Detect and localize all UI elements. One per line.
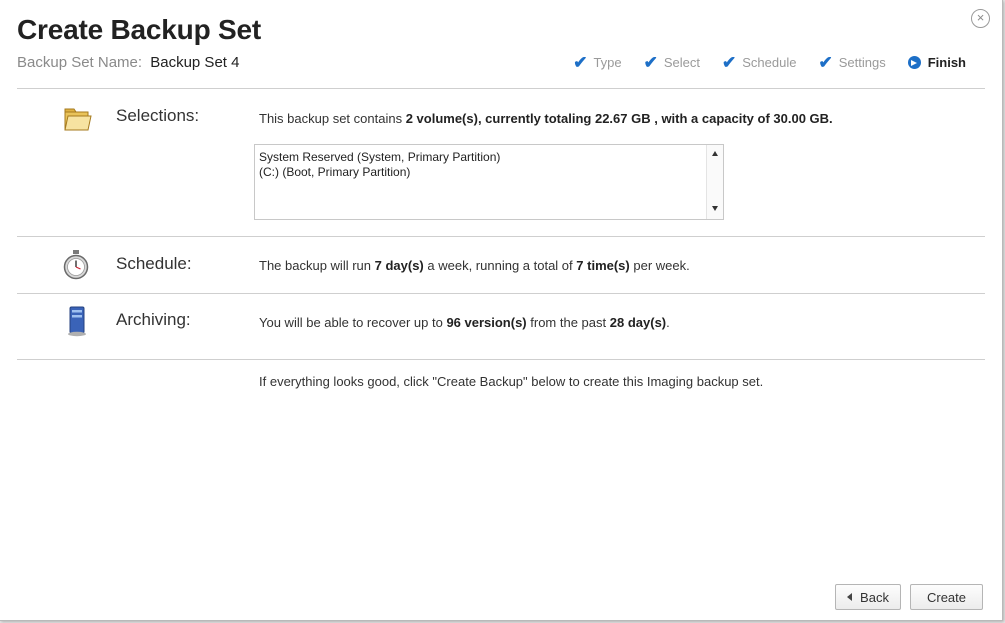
schedule-times: 7 time(s) (576, 258, 630, 273)
step-schedule: ✔ Schedule (722, 52, 797, 72)
list-item[interactable]: (C:) (Boot, Primary Partition) (259, 165, 500, 180)
back-button[interactable]: Back (835, 584, 901, 610)
summary-bold: 2 volume(s), currently totaling 22.67 GB… (405, 111, 833, 126)
schedule-summary: The backup will run 7 day(s) a week, run… (259, 258, 690, 273)
current-step-icon (907, 56, 921, 69)
archiving-versions: 96 version(s) (446, 315, 527, 330)
step-label: Type (593, 55, 622, 70)
divider (17, 293, 985, 294)
schedule-text-1: The backup will run (259, 258, 371, 273)
footer-note: If everything looks good, click "Create … (259, 374, 764, 389)
set-name-value: Backup Set 4 (150, 54, 240, 71)
selections-summary: This backup set contains 2 volume(s), cu… (259, 111, 833, 126)
checkmark-icon: ✔ (573, 52, 588, 72)
folder-icon (64, 108, 92, 131)
create-backup-dialog: Create Backup Set × Backup Set Name: Bac… (0, 0, 1003, 621)
step-finish: Finish (907, 55, 966, 70)
volume-items: System Reserved (System, Primary Partiti… (259, 150, 500, 180)
summary-text: This backup set contains (259, 111, 403, 126)
schedule-label: Schedule: (116, 254, 192, 273)
selections-label: Selections: (116, 106, 200, 125)
back-button-label: Back (860, 589, 889, 605)
archiving-summary: You will be able to recover up to 96 ver… (259, 315, 670, 330)
set-name-label: Backup Set Name: (17, 54, 143, 71)
server-icon (68, 306, 86, 337)
stopwatch-icon (63, 250, 89, 280)
create-button-label: Create (926, 589, 967, 605)
archiving-text-1: You will be able to recover up to (259, 315, 443, 330)
back-arrow-icon (847, 593, 853, 601)
dialog-title: Create Backup Set (17, 14, 262, 45)
list-item[interactable]: System Reserved (System, Primary Partiti… (259, 150, 500, 165)
backup-set-name: Backup Set Name: Backup Set 4 (17, 54, 239, 71)
schedule-text-3: per week. (633, 258, 690, 273)
step-select: ✔ Select (643, 52, 701, 72)
step-label: Schedule (742, 55, 797, 70)
checkmark-icon: ✔ (643, 52, 658, 72)
step-label: Select (663, 55, 701, 70)
step-label: Settings (838, 55, 886, 70)
divider (17, 236, 985, 237)
close-icon[interactable]: × (971, 9, 990, 28)
list-scrollbar[interactable] (706, 145, 723, 219)
create-button[interactable]: Create (910, 584, 983, 610)
divider (17, 359, 985, 360)
wizard-steps: ✔ Type ✔ Select ✔ Schedule ✔ Settings Fi… (551, 52, 966, 72)
schedule-text-2: a week, running a total of (427, 258, 573, 273)
step-settings: ✔ Settings (818, 52, 886, 72)
step-type: ✔ Type (573, 52, 622, 72)
volume-list[interactable]: System Reserved (System, Primary Partiti… (254, 144, 724, 220)
divider (17, 88, 985, 89)
archiving-text-2: from the past (530, 315, 607, 330)
checkmark-icon: ✔ (818, 52, 833, 72)
archiving-label: Archiving: (116, 310, 191, 329)
checkmark-icon: ✔ (722, 52, 737, 72)
scroll-up-icon[interactable] (712, 151, 718, 156)
archiving-text-3: . (666, 315, 670, 330)
archiving-days: 28 day(s) (609, 315, 667, 330)
schedule-days: 7 day(s) (374, 258, 424, 273)
step-label: Finish (927, 55, 966, 70)
scroll-down-icon[interactable] (712, 206, 718, 211)
